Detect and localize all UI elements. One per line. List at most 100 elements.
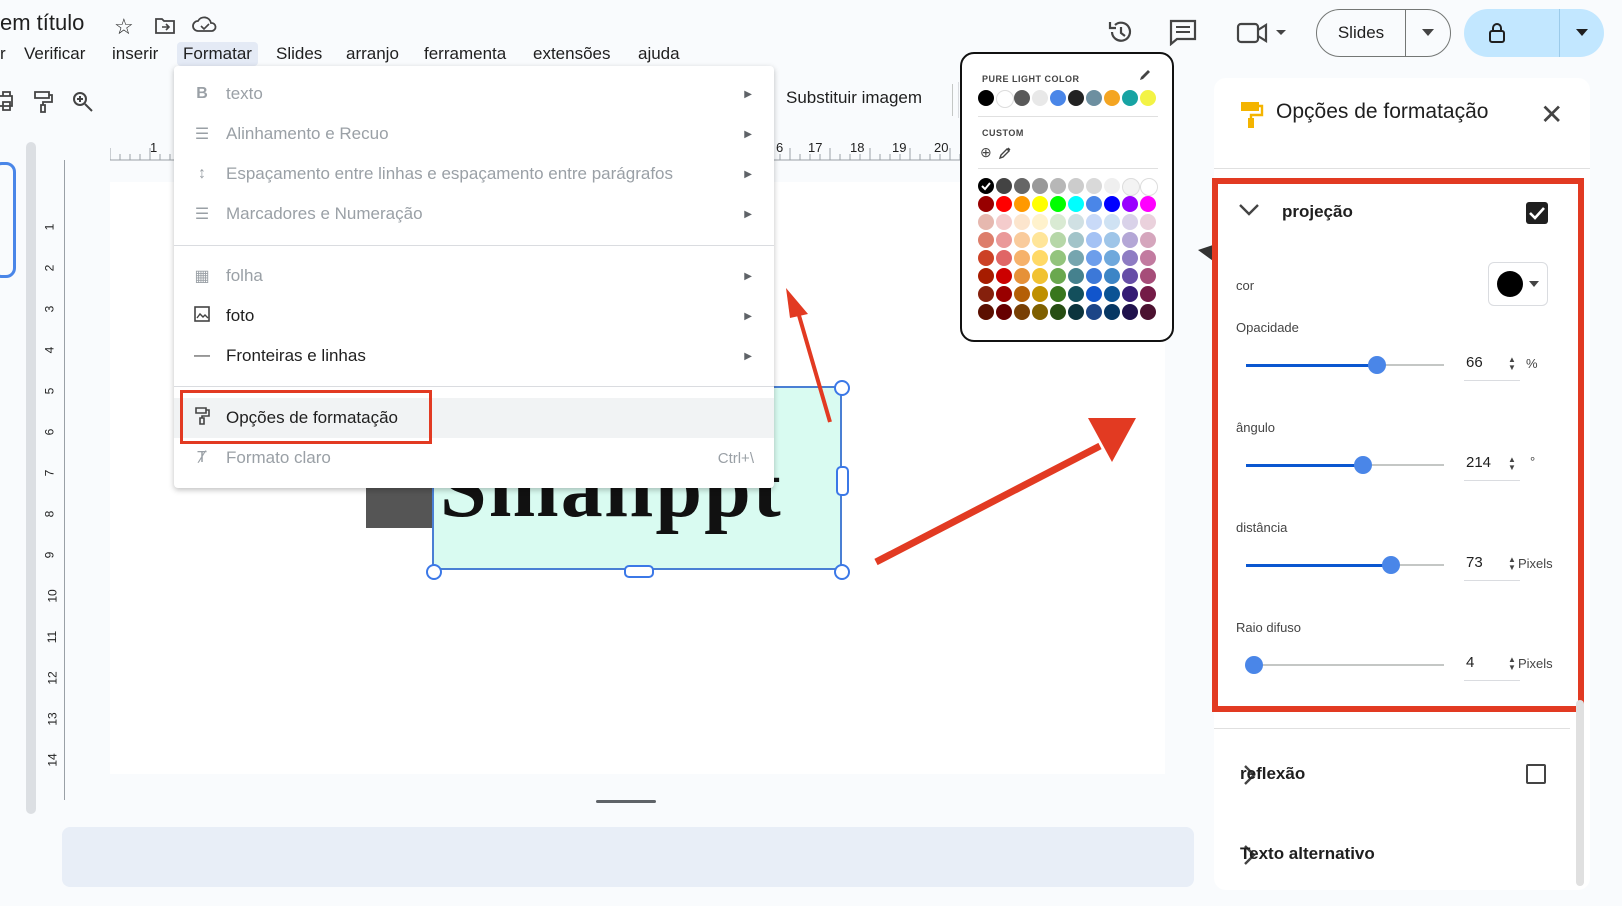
color-swatch[interactable] (1032, 90, 1048, 106)
color-swatch[interactable] (1032, 304, 1048, 320)
color-swatch[interactable] (978, 90, 994, 106)
color-swatch[interactable] (996, 286, 1012, 302)
color-swatch[interactable] (1050, 214, 1066, 230)
color-swatch[interactable] (1068, 232, 1084, 248)
menu-item-espacamento[interactable]: ↕ Espaçamento entre linhas e espaçamento… (174, 154, 774, 194)
color-swatch[interactable] (996, 268, 1012, 284)
alt-text-section-label[interactable]: Texto alternativo (1240, 844, 1375, 864)
color-swatch[interactable] (1014, 268, 1030, 284)
color-swatch[interactable] (978, 196, 994, 212)
color-swatch[interactable] (1032, 214, 1048, 230)
color-swatch[interactable] (1086, 268, 1102, 284)
color-swatch[interactable] (1068, 90, 1084, 106)
color-swatch[interactable] (1122, 304, 1138, 320)
color-swatch[interactable] (1068, 304, 1084, 320)
menu-item-formato-claro[interactable]: Ⱦ Formato claro Ctrl+\ (174, 438, 774, 478)
edit-pencil-icon[interactable] (1138, 68, 1152, 82)
color-swatch[interactable] (1104, 90, 1120, 106)
color-swatch[interactable] (1050, 196, 1066, 212)
color-swatch[interactable] (1086, 214, 1102, 230)
color-swatch[interactable] (1122, 196, 1138, 212)
color-swatch[interactable] (1014, 214, 1030, 230)
color-swatch[interactable] (978, 232, 994, 248)
color-swatch[interactable] (1104, 196, 1120, 212)
color-swatch[interactable] (1068, 286, 1084, 302)
color-swatch[interactable] (1122, 178, 1140, 196)
menu-item-fronteiras[interactable]: — Fronteiras e linhas ▶ (174, 336, 774, 376)
color-swatch[interactable] (996, 250, 1012, 266)
color-swatch[interactable] (978, 250, 994, 266)
color-swatch[interactable] (1122, 232, 1138, 248)
color-swatch[interactable] (978, 214, 994, 230)
color-swatch[interactable] (1122, 214, 1138, 230)
color-swatch[interactable] (1104, 304, 1120, 320)
color-swatch[interactable] (1104, 286, 1120, 302)
color-swatch[interactable] (1104, 250, 1120, 266)
menu-item-alinhamento[interactable]: ☰ Alinhamento e Recuo ▶ (174, 114, 774, 154)
color-swatch[interactable] (1122, 90, 1138, 106)
color-swatch[interactable] (1014, 90, 1030, 106)
color-swatch[interactable] (1086, 232, 1102, 248)
color-swatch[interactable] (1140, 178, 1158, 196)
color-swatch[interactable] (1014, 304, 1030, 320)
color-swatch[interactable] (1068, 178, 1084, 194)
color-swatch[interactable] (978, 304, 994, 320)
color-swatch[interactable] (1032, 178, 1048, 194)
reflection-section-label[interactable]: reflexão (1240, 764, 1305, 784)
reflection-checkbox[interactable] (1526, 764, 1546, 784)
menu-item-folha[interactable]: ▦ folha ▶ (174, 256, 774, 296)
color-swatch[interactable] (978, 268, 994, 284)
color-swatch[interactable] (996, 90, 1014, 108)
menu-item-texto[interactable]: B texto ▶ (174, 74, 774, 114)
color-swatch[interactable] (1068, 196, 1084, 212)
color-swatch[interactable] (1050, 286, 1066, 302)
color-swatch[interactable] (1140, 268, 1156, 284)
color-swatch[interactable] (1086, 90, 1102, 106)
add-custom-color-icon[interactable]: ⊕ (980, 144, 992, 161)
color-swatch[interactable] (1122, 286, 1138, 302)
eyedropper-icon[interactable] (998, 146, 1012, 160)
color-swatch[interactable] (1050, 268, 1066, 284)
panel-scrollbar[interactable] (1576, 700, 1584, 886)
color-swatch[interactable] (1140, 304, 1156, 320)
color-swatch[interactable] (996, 178, 1012, 194)
color-swatch[interactable] (1014, 178, 1030, 194)
color-swatch[interactable] (1104, 232, 1120, 248)
color-swatch[interactable] (1104, 214, 1120, 230)
color-swatch[interactable] (1122, 250, 1138, 266)
color-swatch[interactable] (1086, 286, 1102, 302)
color-swatch[interactable] (1086, 250, 1102, 266)
color-swatch[interactable] (978, 178, 994, 194)
color-swatch[interactable] (1014, 232, 1030, 248)
color-swatch[interactable] (1068, 214, 1084, 230)
color-swatch[interactable] (1032, 268, 1048, 284)
color-swatch[interactable] (996, 196, 1012, 212)
color-swatch[interactable] (1086, 304, 1102, 320)
color-swatch[interactable] (1140, 90, 1156, 106)
color-swatch[interactable] (1014, 286, 1030, 302)
color-swatch[interactable] (978, 286, 994, 302)
color-swatch[interactable] (1140, 232, 1156, 248)
color-swatch[interactable] (996, 214, 1012, 230)
close-icon[interactable]: ✕ (1540, 98, 1563, 131)
menu-item-foto[interactable]: foto ▶ (174, 296, 774, 336)
color-swatch[interactable] (1068, 268, 1084, 284)
color-swatch[interactable] (1014, 196, 1030, 212)
color-swatch[interactable] (1140, 214, 1156, 230)
menu-item-marcadores[interactable]: ☰ Marcadores e Numeração ▶ (174, 194, 774, 234)
color-swatch[interactable] (1068, 250, 1084, 266)
color-swatch[interactable] (1086, 178, 1102, 194)
color-swatch[interactable] (1104, 178, 1120, 194)
color-swatch[interactable] (1050, 250, 1066, 266)
color-swatch[interactable] (1050, 304, 1066, 320)
color-swatch[interactable] (1086, 196, 1102, 212)
color-swatch[interactable] (1032, 286, 1048, 302)
color-swatch[interactable] (1032, 232, 1048, 248)
color-swatch[interactable] (1014, 250, 1030, 266)
color-swatch[interactable] (1032, 250, 1048, 266)
color-swatch[interactable] (996, 232, 1012, 248)
color-swatch[interactable] (1032, 196, 1048, 212)
color-swatch[interactable] (1104, 268, 1120, 284)
color-swatch[interactable] (1140, 196, 1156, 212)
color-swatch[interactable] (996, 304, 1012, 320)
